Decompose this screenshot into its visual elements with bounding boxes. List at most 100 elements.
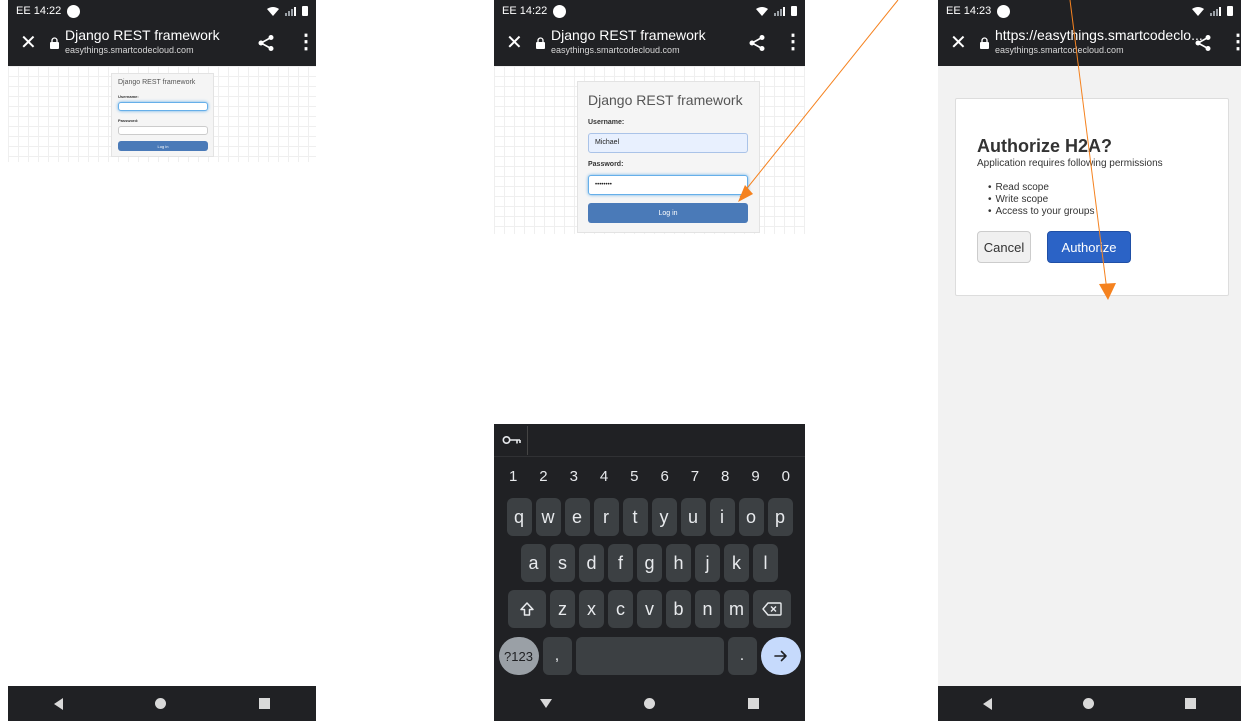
username-input[interactable]: Michael [588,133,748,153]
key-p[interactable]: p [767,498,793,536]
back-icon[interactable] [54,697,64,710]
recents-icon[interactable] [258,698,270,709]
home-icon[interactable] [1082,698,1094,709]
key-c[interactable]: c [608,590,633,628]
close-icon[interactable]: ✕ [506,32,523,54]
recents-icon[interactable] [1184,698,1196,709]
close-icon[interactable]: ✕ [950,32,967,54]
period-key[interactable]: . [727,637,757,675]
custom-tab-toolbar: ✕ https://easythings.smartcodeclo... eas… [938,22,1241,66]
key-6[interactable]: 6 [651,464,679,490]
home-icon[interactable] [155,698,167,709]
status-bar: EE 14:22 [494,0,805,22]
key-m[interactable]: m [724,590,749,628]
signal-icon [774,6,785,16]
key-b[interactable]: b [666,590,691,628]
battery-icon [1227,6,1233,16]
phone-screen-authorize: EE 14:23 ✕ https://easythings.smartcodec… [938,0,1241,721]
key-k[interactable]: k [724,544,749,582]
system-icons [1192,6,1233,16]
phone-screen-login-filled: EE 14:22 ✕ Django REST framework easythi… [494,0,805,721]
backspace-icon [762,602,782,616]
login-button[interactable]: Log in [588,203,748,223]
key-j[interactable]: j [695,544,720,582]
hide-keyboard-icon[interactable] [540,699,553,708]
space-key[interactable] [575,637,724,675]
authorize-title: Authorize H2A? [977,136,1112,156]
password-input[interactable] [118,126,208,135]
status-bar: EE 14:23 [938,0,1241,22]
key-7[interactable]: 7 [681,464,709,490]
key-g[interactable]: g [637,544,662,582]
key-z[interactable]: z [550,590,575,628]
key-row-3: z x c v b n m [494,590,805,628]
more-vert-icon[interactable]: ⋮ [783,31,803,53]
password-input[interactable]: •••••••• [588,175,748,195]
notification-dot-icon [553,4,567,18]
shift-icon [520,602,534,616]
key-8[interactable]: 8 [711,464,739,490]
status-bar: EE 14:22 [8,0,316,22]
key-2[interactable]: 2 [529,464,557,490]
key-h[interactable]: h [666,544,691,582]
share-icon[interactable] [257,34,275,52]
share-icon[interactable] [748,34,766,52]
home-icon[interactable] [644,698,656,709]
key-icon[interactable] [502,434,522,446]
key-v[interactable]: v [637,590,662,628]
key-r[interactable]: r [593,498,619,536]
comma-key[interactable]: , [542,637,572,675]
more-vert-icon[interactable]: ⋮ [1228,31,1241,53]
key-y[interactable]: y [651,498,677,536]
key-row-4: ?123 , . [494,637,805,675]
list-item: Access to your groups [988,206,1095,218]
username-input[interactable] [118,102,208,111]
status-time: EE 14:23 [946,5,992,17]
wifi-icon [1192,6,1204,16]
list-item: Read scope [988,182,1094,194]
key-i[interactable]: i [709,498,735,536]
authorize-card: Authorize H2A? Application requires foll… [955,98,1229,296]
notification-dot-icon [67,4,81,18]
key-l[interactable]: l [753,544,778,582]
wifi-icon [267,6,279,16]
system-nav-bar [8,686,316,721]
key-d[interactable]: d [579,544,604,582]
key-x[interactable]: x [579,590,604,628]
permissions-intro: Application requires following permissio… [977,158,1163,169]
key-4[interactable]: 4 [590,464,618,490]
cancel-button[interactable]: Cancel [977,231,1031,263]
custom-tab-toolbar: ✕ Django REST framework easythings.smart… [8,22,316,66]
key-3[interactable]: 3 [560,464,588,490]
back-icon[interactable] [983,697,993,710]
authorize-button[interactable]: Authorize [1047,231,1131,263]
page-url: easythings.smartcodecloud.com [551,45,680,55]
key-a[interactable]: a [521,544,546,582]
login-card: Django REST framework Username: Password… [111,73,214,157]
shift-key[interactable] [508,590,546,628]
wifi-icon [756,6,768,16]
close-icon[interactable]: ✕ [20,32,37,54]
key-e[interactable]: e [564,498,590,536]
backspace-key[interactable] [753,590,791,628]
login-button[interactable]: Log in [118,141,208,151]
key-f[interactable]: f [608,544,633,582]
key-u[interactable]: u [680,498,706,536]
enter-key[interactable] [760,637,801,675]
key-s[interactable]: s [550,544,575,582]
share-icon[interactable] [1194,34,1212,52]
key-1[interactable]: 1 [499,464,527,490]
key-q[interactable]: q [506,498,532,536]
key-n[interactable]: n [695,590,720,628]
key-9[interactable]: 9 [742,464,770,490]
key-5[interactable]: 5 [620,464,648,490]
key-t[interactable]: t [622,498,648,536]
key-0[interactable]: 0 [772,464,800,490]
symbols-key[interactable]: ?123 [498,637,539,675]
more-vert-icon[interactable]: ⋮ [296,31,316,53]
key-o[interactable]: o [738,498,764,536]
recents-icon[interactable] [747,698,759,709]
lock-icon [980,37,989,49]
key-w[interactable]: w [535,498,561,536]
status-time: EE 14:22 [16,5,62,17]
